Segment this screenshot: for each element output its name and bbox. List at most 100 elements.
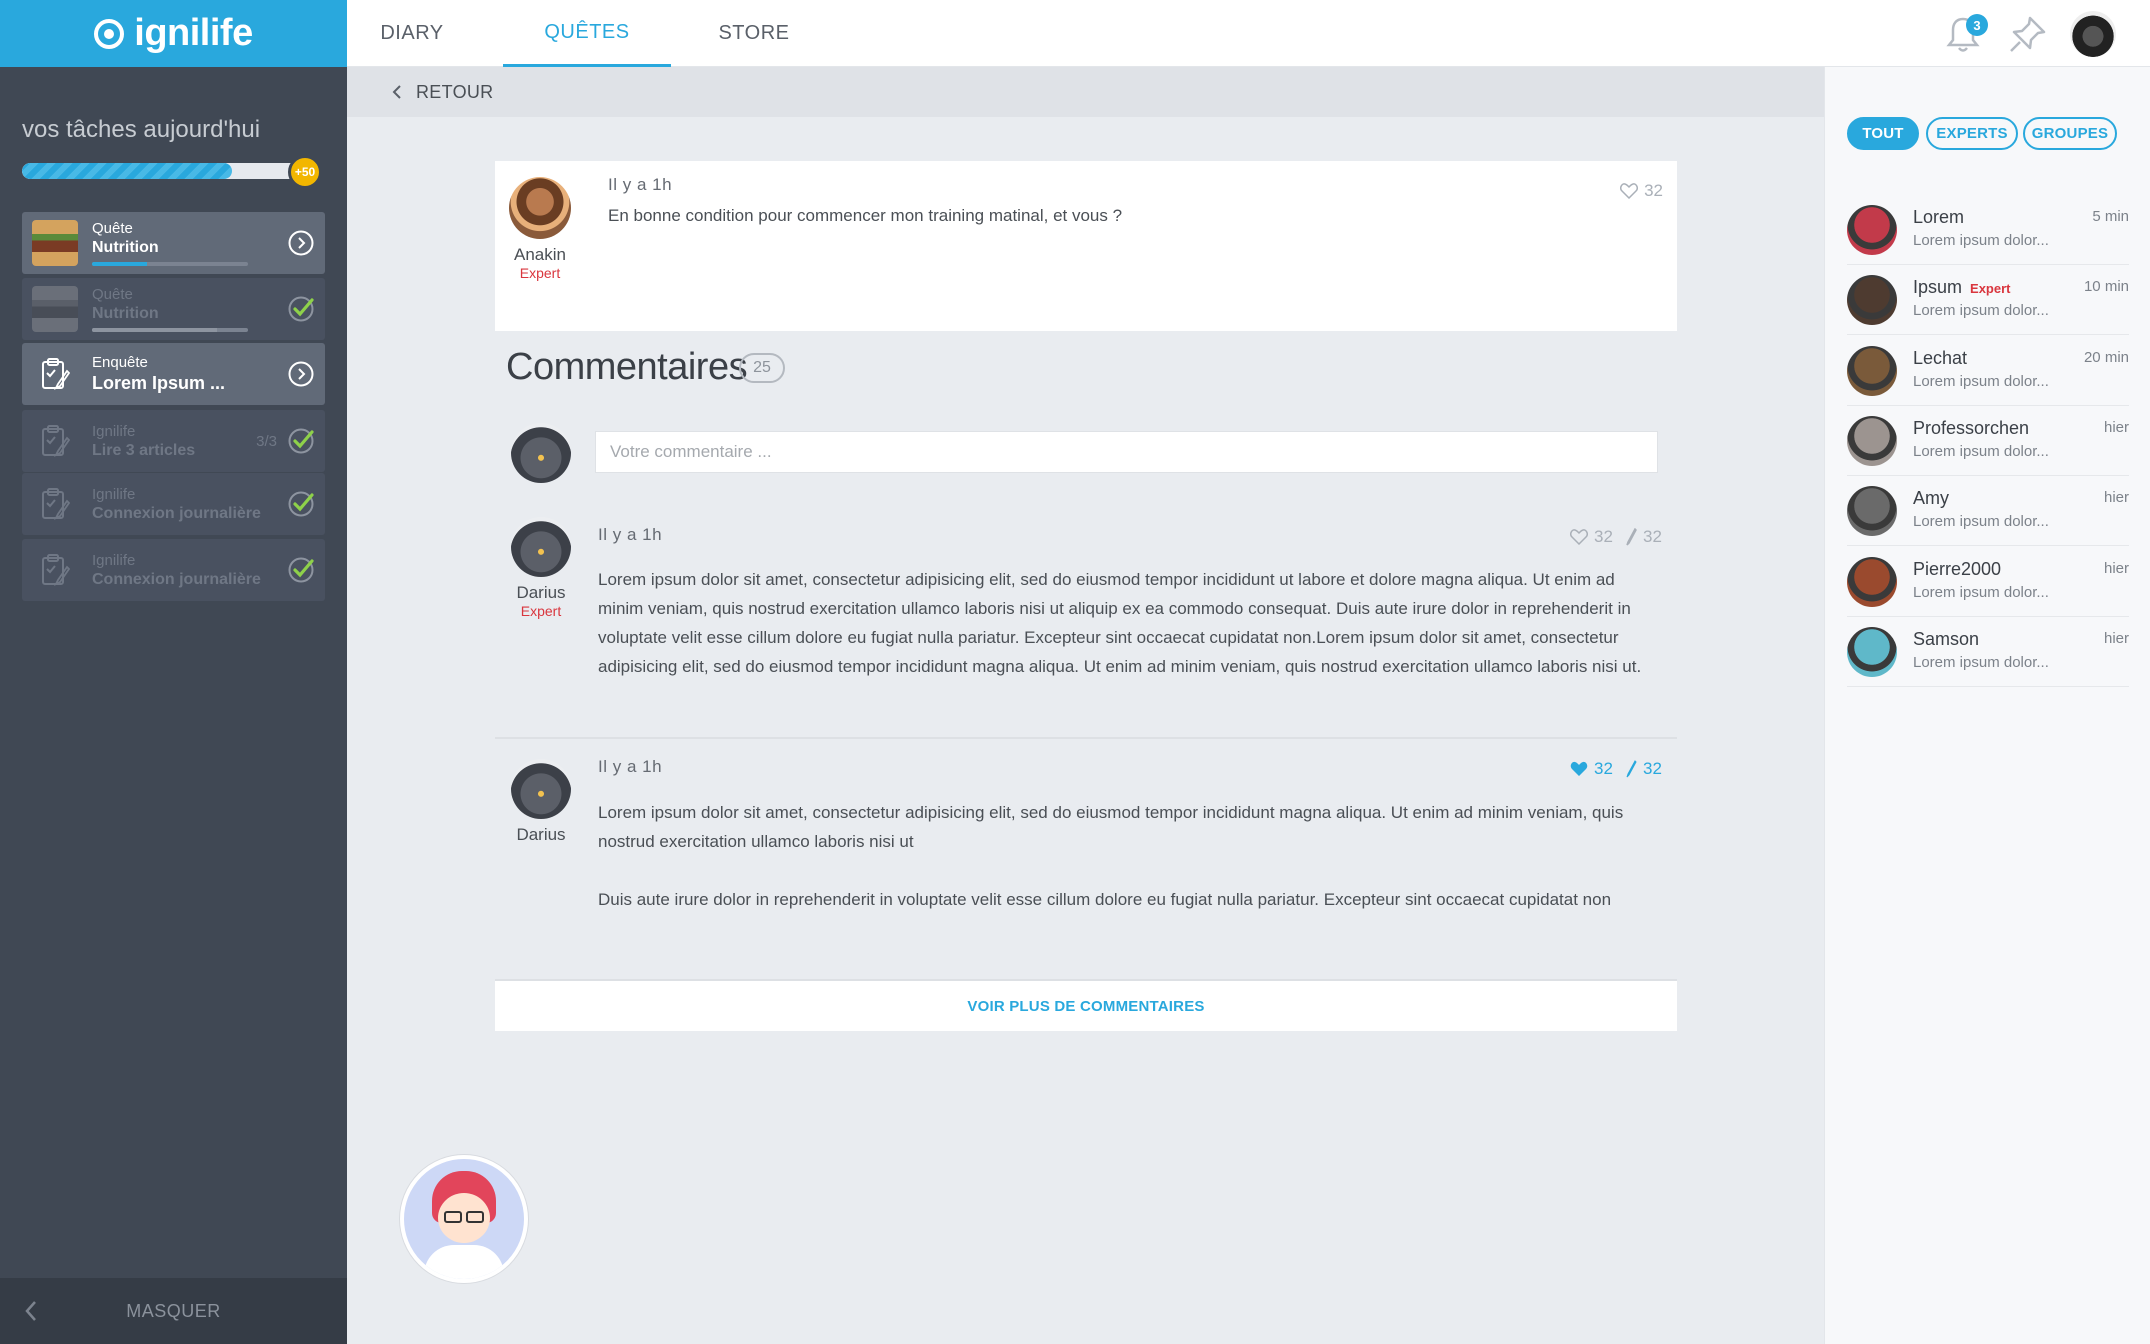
task-category: Ignilife	[92, 485, 136, 503]
tab-quetes[interactable]: QUÊTES	[503, 0, 671, 67]
tab-diary[interactable]: DIARY	[347, 0, 477, 67]
comment-reply-count: 32	[1643, 527, 1662, 546]
comment-like-button[interactable]: 32	[1570, 527, 1613, 547]
quest-post-card: Anakin Expert Il y a 1h En bonne conditi…	[495, 161, 1677, 1031]
contact-name-row: Amy	[1913, 488, 1949, 509]
contact-time: 10 min	[2083, 278, 2129, 296]
task-item[interactable]: Quête Nutrition	[22, 212, 325, 274]
comments-count-badge: 25	[739, 353, 785, 383]
task-progress-fill	[92, 328, 217, 332]
back-button[interactable]: RETOUR	[416, 82, 493, 103]
contact-item[interactable]: Pierre2000 hier Lorem ipsum dolor...	[1847, 547, 2129, 617]
contact-name-row: Lechat	[1913, 348, 1967, 369]
contact-avatar	[1847, 345, 1897, 396]
task-item[interactable]: Ignilife Connexion journalière	[22, 539, 325, 601]
task-text: Quête Nutrition	[92, 220, 287, 266]
comment-like-button[interactable]: 32	[1570, 759, 1613, 779]
contact-name: Amy	[1913, 488, 1949, 509]
task-item[interactable]: Enquête Lorem Ipsum ...	[22, 343, 325, 405]
contact-item[interactable]: Professorchen hier Lorem ipsum dolor...	[1847, 406, 2129, 476]
filter-experts[interactable]: EXPERTS	[1926, 117, 2018, 150]
contact-name: Samson	[1913, 628, 1980, 649]
comment-reply-button[interactable]: 32	[1625, 527, 1662, 547]
user-avatar[interactable]	[2070, 11, 2116, 57]
task-item[interactable]: Ignilife Connexion journalière	[22, 473, 325, 535]
comment-author-avatar[interactable]	[511, 759, 571, 819]
clipboard-icon	[42, 488, 70, 521]
clipboard-icon	[42, 358, 70, 391]
filter-groupes[interactable]: GROUPES	[2023, 117, 2117, 150]
task-item[interactable]: Ignilife Lire 3 articles 3/3	[22, 410, 325, 472]
chevron-left-icon[interactable]	[392, 84, 402, 100]
comment-input[interactable]	[595, 431, 1658, 473]
comment-author-name[interactable]: Darius	[495, 825, 587, 845]
expert-badge: Expert	[520, 603, 562, 619]
post-author-name[interactable]: Anakin	[495, 245, 585, 265]
contact-name-row: Professorchen	[1913, 418, 2029, 439]
filter-tout[interactable]: TOUT	[1847, 117, 1919, 150]
contact-avatar	[1847, 556, 1897, 607]
task-item[interactable]: Quête Nutrition	[22, 278, 325, 340]
tasks-title: vos tâches aujourd'hui	[22, 116, 261, 143]
contact-item[interactable]: Ipsum Expert 10 min Lorem ipsum dolor...	[1847, 265, 2129, 336]
sidebar: ignilife vos tâches aujourd'hui +50 Quêt…	[0, 0, 347, 1344]
post-time: Il y a 1h	[608, 175, 673, 194]
comment-reply-button[interactable]: 32	[1625, 759, 1662, 779]
top-navigation: DIARY QUÊTES STORE	[347, 0, 2150, 67]
task-category: Quête	[92, 220, 133, 237]
assistant-avatar[interactable]	[400, 1155, 528, 1283]
contact-name-row: Samson	[1913, 629, 1979, 650]
arrow-right-circle-icon[interactable]	[287, 360, 315, 388]
comment-reply-count: 32	[1643, 759, 1662, 778]
current-user-avatar	[511, 423, 571, 483]
comment-author-avatar[interactable]	[511, 517, 571, 577]
tab-store[interactable]: STORE	[689, 0, 819, 67]
check-icon	[288, 428, 314, 454]
expert-badge: Expert	[1970, 281, 2011, 297]
check-icon	[288, 296, 314, 322]
hide-label: MASQUER	[126, 1300, 221, 1321]
author-avatar[interactable]	[509, 177, 571, 239]
hide-sidebar-button[interactable]: MASQUER	[0, 1278, 347, 1344]
assistant-coat	[424, 1245, 504, 1279]
logo-text: ignilife	[134, 12, 253, 54]
contact-name-row: Ipsum Expert	[1913, 277, 2011, 298]
task-icon	[32, 481, 78, 527]
post-like-count: 32	[1644, 181, 1663, 200]
contact-avatar	[1847, 626, 1897, 677]
contact-item[interactable]: Lorem 5 min Lorem ipsum dolor...	[1847, 195, 2129, 265]
task-count: 3/3	[256, 432, 277, 450]
contact-item[interactable]: Amy hier Lorem ipsum dolor...	[1847, 476, 2129, 547]
task-progress-bar	[92, 262, 248, 266]
daily-progress-fill	[22, 163, 232, 179]
arrow-right-circle-icon[interactable]	[287, 229, 315, 257]
task-category: Quête	[92, 286, 133, 303]
contact-time: hier	[2103, 629, 2129, 647]
contact-name: Ipsum	[1913, 277, 1963, 298]
contact-last-message: Lorem ipsum dolor...	[1913, 583, 2049, 601]
task-title: Connexion journalière	[92, 504, 261, 522]
task-text: Quête Nutrition	[92, 286, 287, 332]
task-title: Lorem Ipsum ...	[92, 373, 226, 393]
pin-icon[interactable]	[2008, 14, 2048, 54]
post-like-button[interactable]: 32	[1620, 181, 1663, 201]
load-more-comments-button[interactable]: VOIR PLUS DE COMMENTAIRES	[495, 981, 1677, 1031]
contact-item[interactable]: Lechat 20 min Lorem ipsum dolor...	[1847, 336, 2129, 406]
divider	[495, 737, 1677, 739]
back-bar: RETOUR	[347, 67, 1824, 117]
clipboard-icon	[42, 554, 70, 587]
notification-count-badge: 3	[1966, 14, 1988, 36]
contact-avatar	[1847, 205, 1897, 255]
task-title: Lire 3 articles	[92, 441, 196, 459]
contact-item[interactable]: Samson hier Lorem ipsum dolor...	[1847, 617, 2129, 687]
logo[interactable]: ignilife	[0, 0, 347, 67]
contact-name-row: Lorem	[1913, 207, 1964, 228]
contact-last-message: Lorem ipsum dolor...	[1913, 232, 2049, 249]
pen-icon	[1626, 760, 1637, 778]
glasses-icon	[444, 1211, 462, 1223]
contact-time: hier	[2103, 418, 2129, 436]
task-text: Ignilife Connexion journalière	[92, 552, 287, 589]
comment-author-name[interactable]: Darius	[495, 583, 587, 603]
food-thumbnail	[32, 286, 78, 332]
comment-text: Lorem ipsum dolor sit amet, consectetur …	[598, 803, 1624, 851]
